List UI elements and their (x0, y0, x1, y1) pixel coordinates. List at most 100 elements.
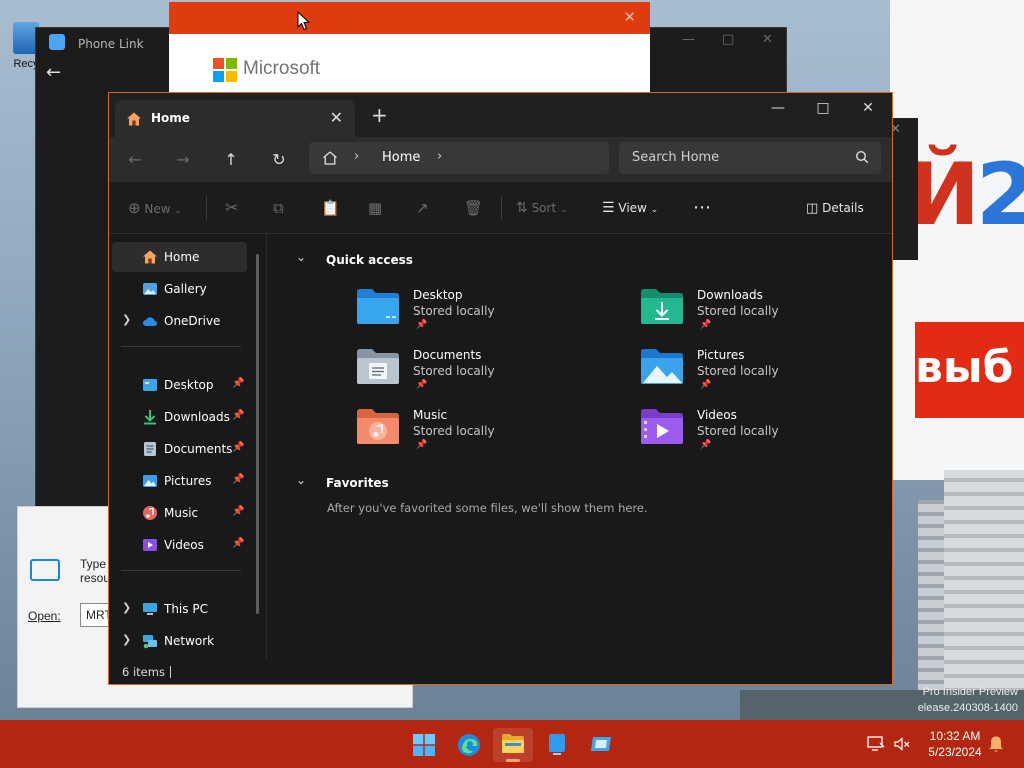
chevron-right-icon[interactable]: ❯ (122, 633, 131, 646)
title-bar: Home ✕ + — □ ✕ (109, 93, 892, 137)
back-arrow-icon[interactable]: ← (46, 62, 61, 83)
open-label: Open: (28, 609, 61, 623)
chevron-right-icon[interactable]: ❯ (122, 601, 131, 614)
pin-icon[interactable]: 📌 (232, 474, 244, 485)
maximize-button[interactable]: □ (801, 93, 845, 123)
taskbar-file-explorer[interactable] (493, 728, 533, 762)
refresh-icon[interactable]: ↻ (264, 145, 294, 175)
rename-icon[interactable]: ▦ (368, 182, 382, 234)
clock[interactable]: 10:32 AM 5/23/2024 (920, 728, 990, 760)
favorites-heading[interactable]: Favorites (326, 476, 389, 490)
sidebar-item-home[interactable]: Home (112, 242, 247, 272)
forward-icon[interactable]: → (168, 145, 198, 175)
folder-videos[interactable]: Videos Stored locally 📌 (640, 406, 880, 462)
start-button[interactable] (404, 728, 444, 762)
pin-icon[interactable]: 📌 (232, 538, 244, 549)
chevron-right-icon[interactable]: ❯ (122, 313, 131, 326)
pin-icon[interactable]: 📌 (232, 410, 244, 421)
desktop-icon (143, 379, 157, 391)
phone-link-icon (549, 734, 565, 755)
pin-icon[interactable]: 📌 (232, 506, 244, 517)
new-button[interactable]: ⊕ New ⌄ (128, 182, 182, 234)
taskbar-edge[interactable] (449, 728, 489, 762)
pin-icon: 📌 (416, 320, 428, 330)
folder-music[interactable]: Music Stored locally 📌 (356, 406, 596, 462)
copy-icon[interactable]: ⧉ (273, 182, 284, 234)
up-icon[interactable]: ↑ (216, 145, 246, 175)
scrollbar[interactable] (256, 254, 259, 614)
close-button[interactable]: ✕ (846, 93, 890, 123)
taskbar-phone-link[interactable] (537, 728, 577, 762)
network-status-icon[interactable] (867, 735, 885, 753)
delete-icon[interactable]: 🗑 (464, 182, 483, 234)
maximize-icon[interactable]: □ (722, 32, 734, 47)
status-divider (170, 666, 171, 678)
active-indicator (506, 759, 520, 762)
folder-downloads[interactable]: Downloads Stored locally 📌 (640, 286, 880, 342)
sidebar-item-desktop[interactable]: Desktop 📌 (112, 370, 247, 400)
cut-icon[interactable]: ✂ (225, 182, 238, 234)
pin-icon[interactable]: 📌 (232, 378, 244, 389)
chevron-right-icon[interactable]: › (437, 149, 442, 164)
file-explorer-icon (502, 734, 524, 753)
chevron-down-icon: ⌄ (650, 205, 659, 215)
sidebar-item-pictures[interactable]: Pictures 📌 (112, 466, 247, 496)
chevron-right-icon[interactable]: › (354, 149, 359, 164)
watermark-line: Pro Insider Preview (922, 686, 1018, 698)
minimize-icon[interactable]: — (682, 32, 695, 47)
quick-access-heading[interactable]: Quick access (326, 253, 413, 267)
file-explorer-window[interactable]: Home ✕ + — □ ✕ ← → ↑ ↻ › Home › Search H… (108, 92, 893, 685)
windows-start-icon (413, 734, 435, 756)
chevron-down-icon[interactable]: ⌄ (296, 250, 306, 264)
new-tab-button[interactable]: + (371, 103, 388, 127)
sidebar-item-this-pc[interactable]: ❯ This PC (112, 594, 247, 624)
onedrive-cloud-icon (143, 317, 157, 326)
search-box[interactable]: Search Home (619, 142, 881, 174)
sidebar-item-onedrive[interactable]: ❯ OneDrive (112, 306, 247, 336)
view-button[interactable]: ☰ View ⌄ (602, 182, 658, 234)
tab-home[interactable]: Home ✕ (115, 100, 355, 137)
home-icon (127, 112, 141, 126)
run-icon (30, 559, 60, 581)
paste-icon[interactable]: 📋 (321, 182, 340, 234)
phone-link-title: Phone Link (78, 37, 144, 51)
videos-icon (143, 539, 157, 551)
pin-icon: 📌 (416, 380, 428, 390)
folder-pictures[interactable]: Pictures Stored locally 📌 (640, 346, 880, 402)
microsoft-window-titlebar: ✕ (169, 2, 650, 34)
share-icon[interactable]: ↗ (416, 182, 429, 234)
more-options-icon[interactable]: ⋯ (693, 182, 712, 234)
pictures-icon (143, 475, 157, 487)
volume-muted-icon[interactable] (893, 735, 911, 753)
sidebar-item-music[interactable]: Music 📌 (112, 498, 247, 528)
pin-icon: 📌 (700, 440, 712, 450)
address-bar[interactable]: › Home › (309, 142, 609, 174)
taskbar-run[interactable] (581, 728, 621, 762)
folder-documents[interactable]: Documents Stored locally 📌 (356, 346, 596, 402)
microsoft-window[interactable]: ✕ Microsoft (169, 2, 650, 98)
close-tab-icon[interactable]: ✕ (330, 108, 343, 127)
sidebar-item-downloads[interactable]: Downloads 📌 (112, 402, 247, 432)
back-icon[interactable]: ← (120, 145, 150, 175)
minimize-button[interactable]: — (756, 93, 800, 123)
close-icon[interactable]: ✕ (762, 32, 773, 47)
close-icon[interactable]: ✕ (623, 8, 636, 26)
folder-desktop[interactable]: Desktop Stored locally 📌 (356, 286, 596, 342)
chevron-down-icon[interactable]: ⌄ (296, 473, 306, 487)
breadcrumb-home[interactable]: Home (382, 150, 420, 165)
navigation-pane: Home Gallery ❯ OneDrive Desktop 📌 Downlo… (109, 234, 267, 659)
separator (501, 196, 502, 220)
documents-icon (144, 442, 156, 456)
sort-button[interactable]: ⇅ Sort ⌄ (516, 182, 568, 234)
taskbar: 10:32 AM 5/23/2024 (0, 720, 1024, 768)
notification-bell-icon[interactable] (988, 735, 1004, 753)
pin-icon: 📌 (700, 320, 712, 330)
phone-link-app-icon (49, 34, 65, 50)
sidebar-item-videos[interactable]: Videos 📌 (112, 530, 247, 560)
music-icon (143, 506, 157, 520)
sidebar-item-gallery[interactable]: Gallery (112, 274, 247, 304)
pin-icon[interactable]: 📌 (232, 442, 244, 453)
sidebar-item-documents[interactable]: Documents 📌 (112, 434, 247, 464)
sidebar-item-network[interactable]: ❯ Network (112, 626, 247, 656)
details-button[interactable]: ◫ Details (806, 182, 864, 234)
